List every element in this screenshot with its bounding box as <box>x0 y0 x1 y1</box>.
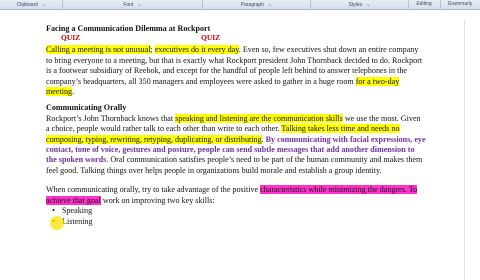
group-expand-icon[interactable]: ↘ <box>42 2 45 7</box>
text-run: work on improving two key skills: <box>100 195 215 205</box>
list-item: Speaking <box>52 206 426 217</box>
skills-list: Speaking Listening <box>46 206 426 227</box>
text-run: . <box>72 87 75 97</box>
ribbon-group-font[interactable]: Font ↘ <box>62 0 203 9</box>
paragraph-oral: Rockport’s John Thornback knows that spe… <box>46 113 426 176</box>
highlight-yellow: executives do it every day <box>154 45 239 55</box>
text-run: Rockport’s John Thornback knows that <box>46 113 176 123</box>
section-heading: Communicating Orally <box>46 103 127 113</box>
paragraph-intro: Calling a meeting is not unusual; execut… <box>46 45 426 97</box>
document-page[interactable]: Facing a Communication Dilemma at Rockpo… <box>0 10 480 280</box>
group-expand-icon[interactable]: ↘ <box>137 2 140 7</box>
list-item: Listening <box>52 217 426 228</box>
highlight-yellow: Calling a meeting is not unusual <box>46 45 151 55</box>
quiz-label: QUIZ <box>61 33 81 43</box>
quiz-label: QUIZ <box>201 33 221 43</box>
ribbon-group-editing[interactable]: Editing <box>408 0 441 9</box>
page-margin-line <box>464 20 465 280</box>
group-expand-icon[interactable]: ↘ <box>268 2 271 7</box>
highlight-yellow: speaking and listening are the communica… <box>175 113 343 123</box>
paragraph-skills: When communicating orally, try to take a… <box>46 185 426 206</box>
text-run: When communicating orally, try to take a… <box>46 185 261 195</box>
ribbon-group-styles[interactable]: Styles ↘ <box>310 0 409 9</box>
ribbon-group-clipboard[interactable]: Clipboard ↘ <box>0 0 63 9</box>
ribbon-bar: Clipboard ↘ Font ↘ Paragraph ↘ Styles ↘ Edit… <box>0 0 480 10</box>
group-expand-icon[interactable]: ↘ <box>366 2 369 7</box>
document-title: Facing a Communication Dilemma at Rockpo… <box>46 24 211 33</box>
ribbon-group-grammarly[interactable]: Grammarly <box>440 0 480 9</box>
ribbon-group-paragraph[interactable]: Paragraph ↘ <box>202 0 311 9</box>
mouse-pointer-highlight <box>50 216 64 230</box>
quiz-labels: QUIZ QUIZ <box>46 34 426 42</box>
document-body[interactable]: Facing a Communication Dilemma at Rockpo… <box>46 24 426 227</box>
